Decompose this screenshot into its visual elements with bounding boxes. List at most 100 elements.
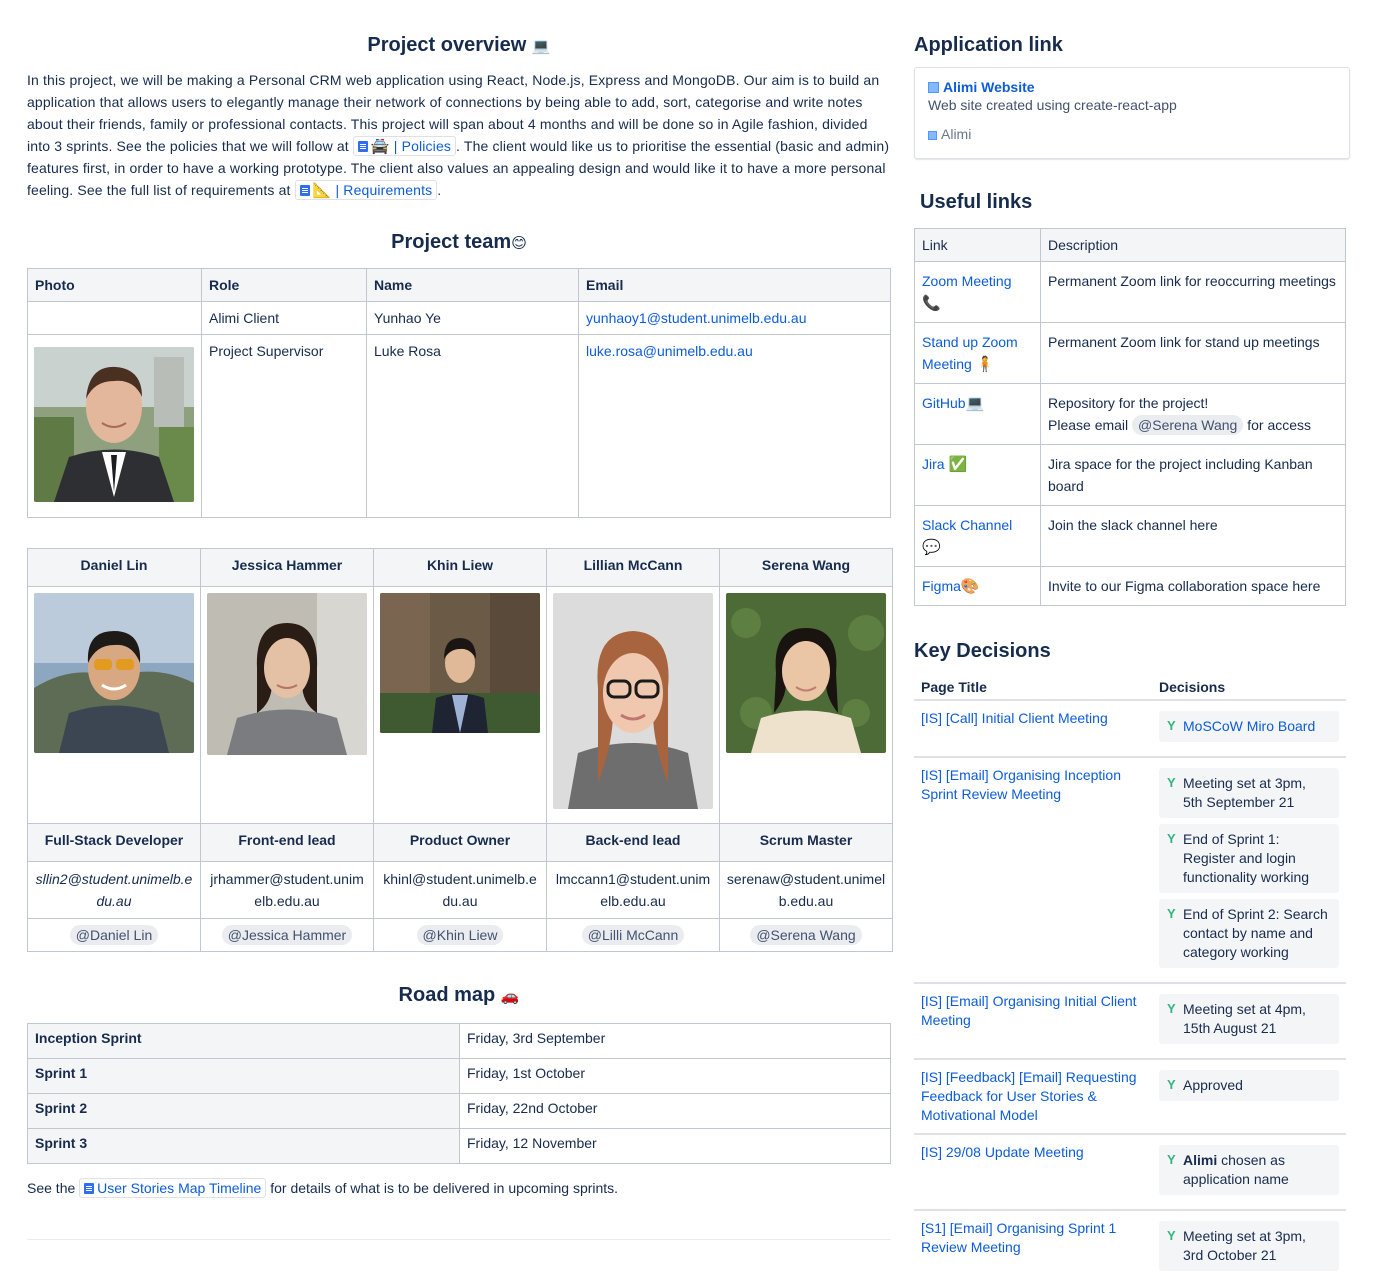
link-cell: Stand up Zoom Meeting 🧍 xyxy=(914,322,1041,384)
overview-title-text: Project overview xyxy=(367,34,527,56)
description-cell: Repository for the project! Please email… xyxy=(1040,383,1346,445)
decision-icon: Y xyxy=(1167,1228,1176,1243)
sprint-name: Inception Sprint xyxy=(27,1023,460,1059)
overview-title: Project overview 💻 xyxy=(27,34,891,57)
speech-bubble-icon: 💬 xyxy=(922,538,941,556)
user-stories-link[interactable]: User Stories Map Timeline xyxy=(79,1178,267,1198)
car-icon: 🚗 xyxy=(500,987,520,1005)
jira-link[interactable]: Jira xyxy=(922,456,945,472)
smile-icon: 😊 xyxy=(511,234,527,252)
photo-cell xyxy=(27,301,202,335)
member-role: Product Owner xyxy=(373,823,547,862)
key-decisions-table: Page Title Decisions [IS] [Call] Initial… xyxy=(914,673,1346,1283)
mention-cell: @Khin Liew xyxy=(373,918,547,952)
requirements-link[interactable]: 📐 | Requirements xyxy=(294,180,438,200)
app-site-link[interactable]: Alimi Website xyxy=(943,79,1035,95)
email-link[interactable]: yunhaoy1@student.unimelb.edu.au xyxy=(586,310,806,326)
table-row: Jira ✅ Jira space for the project includ… xyxy=(914,444,1346,506)
sprint-name: Sprint 1 xyxy=(27,1058,460,1094)
roadmap-table: Inception Sprint Friday, 3rd September Sp… xyxy=(27,1023,891,1164)
decision-item: Y Meeting set at 4pm, 15th August 21 xyxy=(1159,994,1339,1044)
col-link: Link xyxy=(914,228,1041,262)
link-cell: Zoom Meeting 📞 xyxy=(914,261,1041,323)
decision-icon: Y xyxy=(1167,775,1176,790)
table-row: Slack Channel 💬 Join the slack channel h… xyxy=(914,505,1346,567)
decisions-cell: Y Meeting set at 4pm, 15th August 21 xyxy=(1152,983,1346,1060)
figma-link[interactable]: Figma xyxy=(922,578,961,594)
member-role: Front-end lead xyxy=(200,823,374,862)
decision-item[interactable]: Y MoSCoW Miro Board xyxy=(1159,711,1339,742)
col-page-title: Page Title xyxy=(914,673,1152,701)
user-mention[interactable]: @Serena Wang xyxy=(1132,415,1244,435)
user-mention[interactable]: @Daniel Lin xyxy=(69,925,159,945)
user-mention[interactable]: @Lilli McCann xyxy=(581,925,685,945)
overview-paragraph: In this project, we will be making a Per… xyxy=(27,69,891,201)
col-email: Email xyxy=(578,268,891,302)
policies-link[interactable]: 🚔 | Policies xyxy=(352,136,457,156)
page-icon xyxy=(299,185,310,196)
table-row: Sprint 3 Friday, 12 November xyxy=(27,1128,891,1164)
standup-zoom-link[interactable]: Stand up Zoom Meeting xyxy=(922,334,1018,372)
zoom-meeting-link[interactable]: Zoom Meeting xyxy=(922,273,1011,289)
decision-page-link[interactable]: [IS] [Feedback] [Email] Requesting Feedb… xyxy=(921,1069,1137,1123)
decision-page-link[interactable]: [IS] [Call] Initial Client Meeting xyxy=(921,710,1108,726)
github-link[interactable]: GitHub xyxy=(922,395,966,411)
useful-header: Link Description xyxy=(914,228,1346,262)
table-row: Figma🎨 Invite to our Figma collaboration… xyxy=(914,566,1346,606)
decision-page-link[interactable]: [IS] [Email] Organising Inception Sprint… xyxy=(921,767,1121,802)
members-roles-row: Full-Stack Developer Front-end lead Prod… xyxy=(27,823,893,862)
useful-links-table: Link Description Zoom Meeting 📞 Permanent… xyxy=(914,228,1346,606)
github-description-3: for access xyxy=(1243,417,1312,433)
decision-text: MoSCoW Miro Board xyxy=(1183,718,1316,734)
table-row: Project Supervisor Luke Rosa luke.rosa@u… xyxy=(27,334,891,518)
mention-cell: @Serena Wang xyxy=(719,918,893,952)
user-mention[interactable]: @Serena Wang xyxy=(750,925,862,945)
slack-link[interactable]: Slack Channel xyxy=(922,517,1012,533)
policies-link-label: | Policies xyxy=(393,138,452,154)
sidebar-column: Application link Alimi Website Web site … xyxy=(914,34,1350,1283)
app-link-card[interactable]: Alimi Website Web site created using cre… xyxy=(914,67,1350,159)
decision-item: Y Meeting set at 3pm, 5th September 21 xyxy=(1159,768,1339,818)
members-mentions-row: @Daniel Lin @Jessica Hammer @Khin Liew @… xyxy=(27,918,893,952)
page-title-cell: [S1] [Email] Organising Sprint 1 Review … xyxy=(914,1210,1152,1283)
role-cell: Alimi Client xyxy=(201,301,367,335)
team-title-text: Project team xyxy=(391,231,512,253)
table-row: [IS] 29/08 Update Meeting Y Alimi chosen … xyxy=(914,1134,1346,1211)
members-table: Daniel Lin Jessica Hammer Khin Liew Lill… xyxy=(27,548,893,952)
page-title-cell: [IS] 29/08 Update Meeting xyxy=(914,1134,1152,1211)
laptop-icon: 💻 xyxy=(965,394,985,412)
table-row: [IS] [Email] Organising Initial Client M… xyxy=(914,983,1346,1060)
member-photo xyxy=(207,593,367,755)
user-mention[interactable]: @Khin Liew xyxy=(416,925,504,945)
email-link[interactable]: luke.rosa@unimelb.edu.au xyxy=(586,343,753,359)
app-site-name: Alimi xyxy=(941,126,972,142)
name-cell: Luke Rosa xyxy=(366,334,579,518)
palette-icon: 🎨 xyxy=(960,577,980,595)
roadmap-footer: See the User Stories Map Timeline for de… xyxy=(27,1178,891,1198)
member-email: sllin2@student.unimelb.edu.au xyxy=(27,861,201,919)
phone-icon: 📞 xyxy=(922,294,941,312)
decision-icon: Y xyxy=(1167,718,1176,733)
user-mention[interactable]: @Jessica Hammer xyxy=(221,925,353,945)
photo-cell xyxy=(719,586,893,824)
standing-person-icon: 🧍 xyxy=(975,355,995,373)
decision-text: End of Sprint 2: Search contact by name … xyxy=(1183,906,1328,960)
decision-page-link[interactable]: [IS] 29/08 Update Meeting xyxy=(921,1144,1084,1160)
footer-text-pre: See the xyxy=(27,1180,80,1196)
roadmap-title-text: Road map xyxy=(398,984,496,1006)
table-row: [IS] [Call] Initial Client Meeting Y MoSC… xyxy=(914,700,1346,758)
member-name: Daniel Lin xyxy=(27,548,201,587)
table-row: Sprint 2 Friday, 22nd October xyxy=(27,1093,891,1129)
team-title: Project team😊 xyxy=(27,231,891,254)
team-table-header: Photo Role Name Email xyxy=(27,268,891,302)
decisions-cell: Y MoSCoW Miro Board xyxy=(1152,700,1346,758)
page-title-cell: [IS] [Email] Organising Initial Client M… xyxy=(914,983,1152,1060)
sprint-name: Sprint 3 xyxy=(27,1128,460,1164)
decision-page-link[interactable]: [S1] [Email] Organising Sprint 1 Review … xyxy=(921,1220,1116,1255)
decisions-cell: Y Meeting set at 3pm, 3rd October 21 xyxy=(1152,1210,1346,1283)
divider xyxy=(27,1239,891,1240)
app-site-description: Web site created using create-react-app xyxy=(928,97,1177,113)
member-email: khinl@student.unimelb.edu.au xyxy=(373,861,547,919)
decision-page-link[interactable]: [IS] [Email] Organising Initial Client M… xyxy=(921,993,1137,1028)
decision-text: Approved xyxy=(1183,1077,1243,1093)
